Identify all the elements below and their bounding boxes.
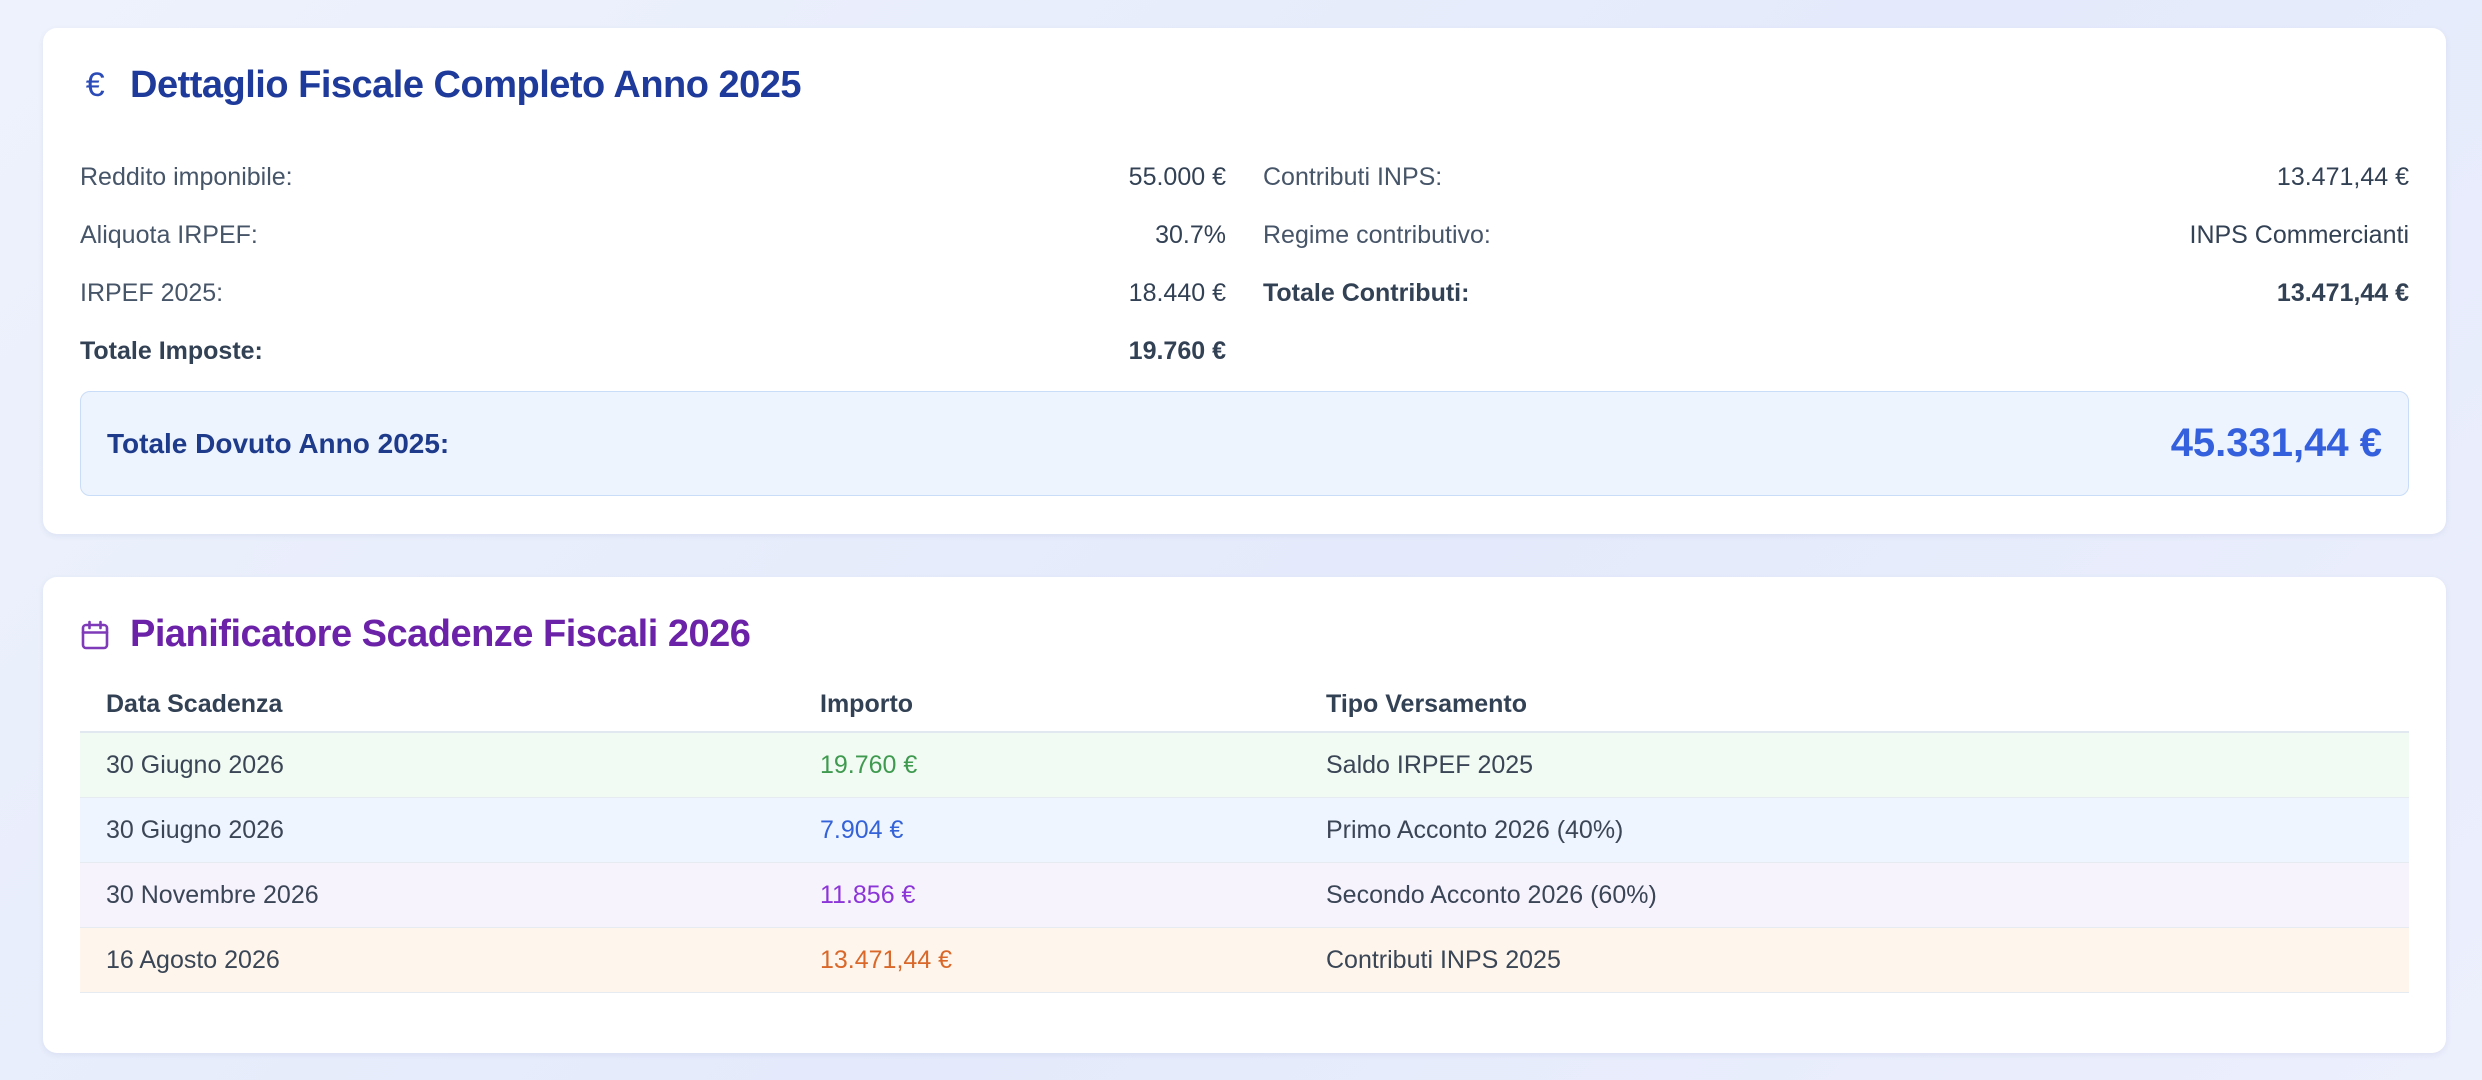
- deadline-date: 30 Giugno 2026: [106, 750, 284, 779]
- row-value: 55.000 €: [1128, 162, 1226, 191]
- deadline-date: 30 Giugno 2026: [106, 815, 284, 844]
- tax-column: Reddito imponibile: 55.000 € Aliquota IR…: [80, 148, 1226, 380]
- deadline-amount: 7.904 €: [820, 815, 904, 844]
- irpef-rate-row: Aliquota IRPEF: 30.7%: [80, 206, 1226, 264]
- taxable-income-row: Reddito imponibile: 55.000 €: [80, 148, 1226, 206]
- planner-title: Pianificatore Scadenze Fiscali 2026: [80, 613, 751, 656]
- table-row: 30 Giugno 2026 19.760 € Saldo IRPEF 2025: [80, 733, 2409, 798]
- row-label: Contributi INPS:: [1263, 162, 1443, 191]
- row-label: Reddito imponibile:: [80, 162, 293, 191]
- total-due-value: 45.331,44 €: [2170, 421, 2382, 465]
- irpef-amount-row: IRPEF 2025: 18.440 €: [80, 264, 1226, 322]
- row-label: IRPEF 2025:: [80, 278, 224, 307]
- payment-type: Saldo IRPEF 2025: [1326, 750, 1534, 779]
- row-value: 13.471,44 €: [2276, 278, 2409, 307]
- planner-title-text: Pianificatore Scadenze Fiscali 2026: [130, 613, 751, 655]
- payment-type: Primo Acconto 2026 (40%): [1326, 815, 1624, 844]
- total-due-label: Totale Dovuto Anno 2025:: [107, 427, 450, 459]
- row-value: 18.440 €: [1128, 278, 1226, 307]
- row-value: 30.7%: [1155, 220, 1226, 249]
- total-taxes-row: Totale Imposte: 19.760 €: [80, 322, 1226, 380]
- contribution-regime-row: Regime contributivo: INPS Commercianti: [1263, 206, 2409, 264]
- row-label: Totale Contributi:: [1263, 278, 1470, 307]
- fiscal-detail-title-text: Dettaglio Fiscale Completo Anno 2025: [130, 64, 802, 106]
- fiscal-detail-title: € Dettaglio Fiscale Completo Anno 2025: [80, 64, 802, 107]
- payment-type: Contributi INPS 2025: [1326, 945, 1561, 974]
- deadline-amount: 11.856 €: [820, 880, 916, 909]
- deadline-date: 30 Novembre 2026: [106, 880, 319, 909]
- contributions-column: Contributi INPS: 13.471,44 € Regime cont…: [1263, 148, 2409, 322]
- column-header-date: Data Scadenza: [106, 689, 283, 718]
- row-value: 13.471,44 €: [2276, 162, 2409, 191]
- calendar-icon: [80, 617, 110, 653]
- row-value: 19.760 €: [1128, 336, 1226, 365]
- deadline-planner-card: Pianificatore Scadenze Fiscali 2026 Data…: [43, 577, 2446, 1053]
- payment-type: Secondo Acconto 2026 (60%): [1326, 880, 1657, 909]
- inps-contributions-row: Contributi INPS: 13.471,44 €: [1263, 148, 2409, 206]
- total-due-box: Totale Dovuto Anno 2025: 45.331,44 €: [80, 391, 2409, 496]
- table-body: 30 Giugno 2026 19.760 € Saldo IRPEF 2025…: [80, 733, 2409, 993]
- row-label: Totale Imposte:: [80, 336, 263, 365]
- table-row: 16 Agosto 2026 13.471,44 € Contributi IN…: [80, 928, 2409, 993]
- table-row: 30 Giugno 2026 7.904 € Primo Acconto 202…: [80, 798, 2409, 863]
- row-label: Aliquota IRPEF:: [80, 220, 258, 249]
- deadlines-table: Data Scadenza Importo Tipo Versamento 30…: [80, 677, 2409, 993]
- table-header: Data Scadenza Importo Tipo Versamento: [80, 677, 2409, 733]
- row-label: Regime contributivo:: [1263, 220, 1491, 249]
- column-header-type: Tipo Versamento: [1326, 689, 1527, 718]
- row-value: INPS Commercianti: [2189, 220, 2410, 249]
- deadline-amount: 19.760 €: [820, 750, 918, 779]
- deadline-date: 16 Agosto 2026: [106, 945, 280, 974]
- deadline-amount: 13.471,44 €: [820, 945, 953, 974]
- euro-icon: €: [85, 66, 105, 104]
- column-header-amount: Importo: [820, 689, 914, 718]
- total-contributions-row: Totale Contributi: 13.471,44 €: [1263, 264, 2409, 322]
- fiscal-detail-card: € Dettaglio Fiscale Completo Anno 2025 R…: [43, 28, 2446, 534]
- table-row: 30 Novembre 2026 11.856 € Secondo Accont…: [80, 863, 2409, 928]
